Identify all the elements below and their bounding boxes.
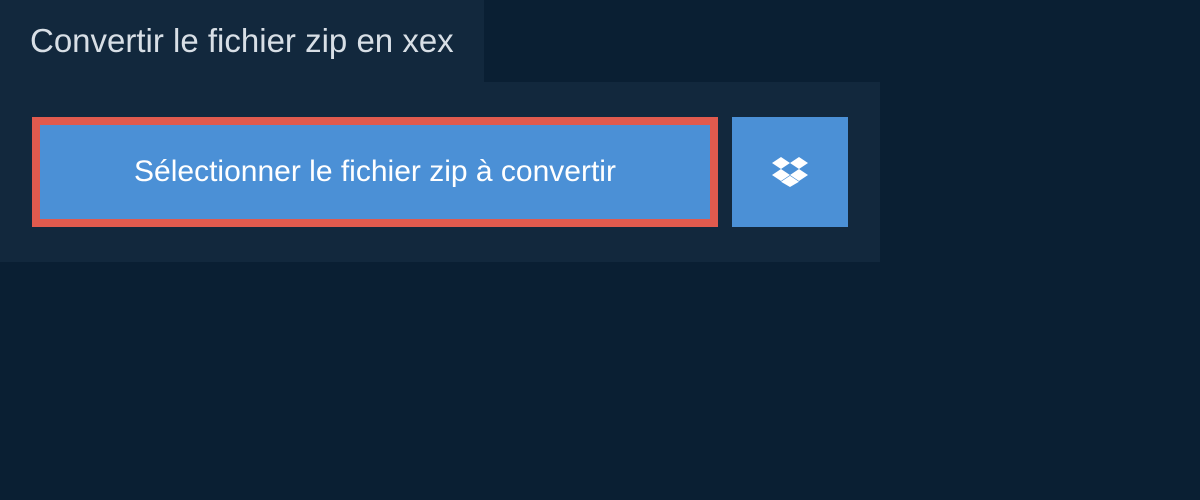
header-tab: Convertir le fichier zip en xex [0,0,484,82]
select-file-label: Sélectionner le fichier zip à convertir [134,155,616,189]
dropbox-icon [772,154,808,190]
page-title: Convertir le fichier zip en xex [30,22,454,60]
dropbox-button[interactable] [732,117,848,227]
file-select-panel: Sélectionner le fichier zip à convertir [0,82,880,262]
select-file-button[interactable]: Sélectionner le fichier zip à convertir [32,117,718,227]
